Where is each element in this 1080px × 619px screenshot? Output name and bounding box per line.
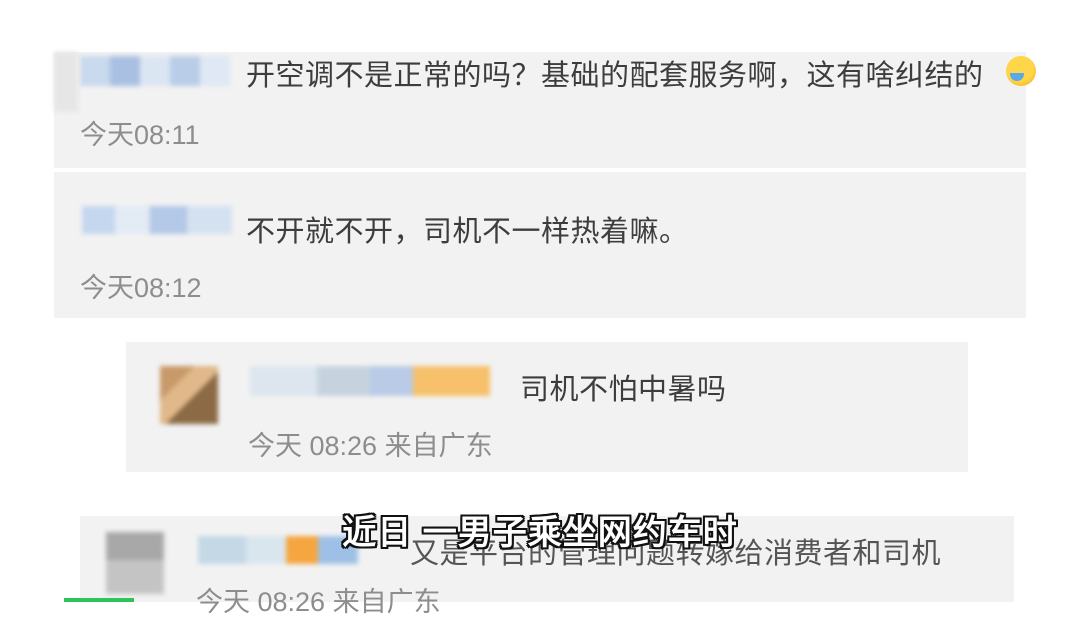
reply-text: 司机不怕中暑吗 [520, 374, 727, 406]
reply-meta: 今天 08:26 来自广东 [196, 587, 441, 617]
progress-bar [64, 598, 134, 602]
blurred-avatar-fragment [54, 52, 78, 112]
comment-timestamp: 今天08:12 [80, 273, 202, 303]
comment-timestamp: 今天08:11 [80, 120, 200, 150]
reply-meta: 今天 08:26 来自广东 [248, 431, 493, 461]
blurred-username [80, 56, 230, 86]
blurred-username [250, 366, 490, 396]
video-caption: 近日 一男子乘坐网约车时 [342, 514, 738, 552]
comment-text: 开空调不是正常的吗？基础的配套服务啊，这有啥纠结的 [246, 60, 984, 92]
comment-text: 不开就不开，司机不一样热着嘛。 [246, 216, 689, 248]
avatar [160, 366, 218, 424]
laughing-emoji-icon [1006, 56, 1036, 86]
blurred-username [82, 206, 232, 234]
